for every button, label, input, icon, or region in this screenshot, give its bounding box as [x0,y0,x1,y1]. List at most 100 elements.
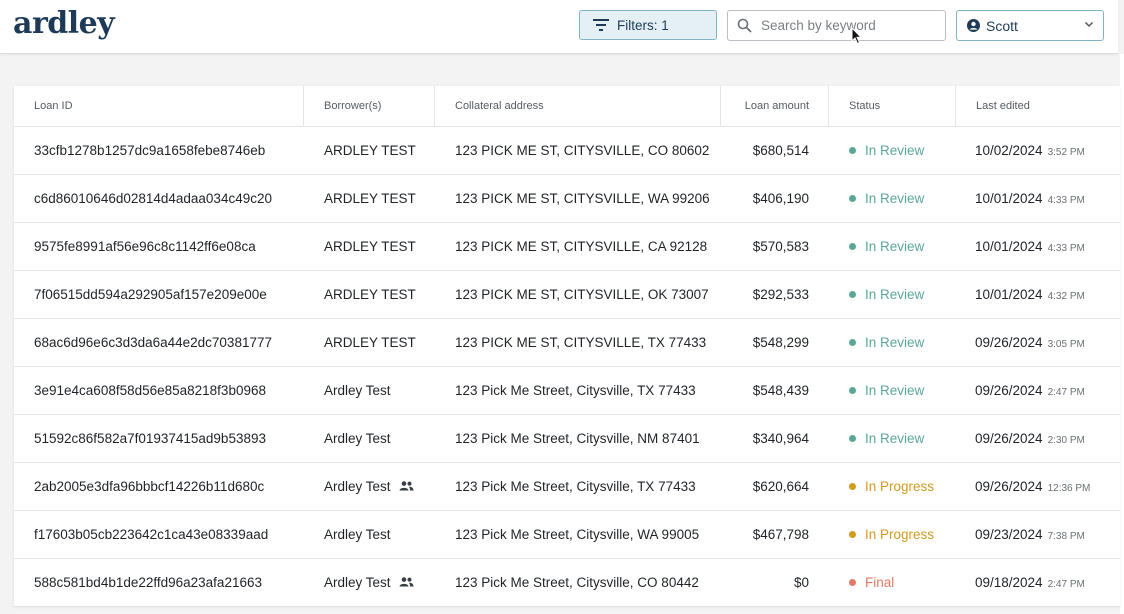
loan-id[interactable]: 33cfb1278b1257dc9a1658febe8746eb [34,127,265,174]
status-badge: In Review [849,175,924,222]
edited-time: 3:05 PM [1047,339,1085,350]
table-row[interactable]: c6d86010646d02814d4adaa034c49c20 ARDLEY T… [14,175,1120,223]
user-icon [967,19,980,32]
borrower-name: ARDLEY TEST [324,239,416,254]
status-text: In Progress [865,479,935,494]
collateral-address: 123 PICK ME ST, CITYSVILLE, CO 80602 [455,143,710,158]
loan-id[interactable]: 68ac6d96e6c3d3da6a44e2dc70381777 [34,319,272,366]
status-dot [849,194,856,202]
table-row[interactable]: 33cfb1278b1257dc9a1658febe8746eb ARDLEY T… [14,127,1120,175]
edited-time: 4:33 PM [1047,195,1085,206]
col-header-last-edited[interactable]: Last edited [955,86,1030,126]
status-badge: In Review [849,223,924,270]
loan-amount: $548,299 [752,335,809,350]
ardley-logo[interactable]: ardley [13,6,115,41]
last-edited: 09/23/2024 7:38 PM [975,511,1085,558]
status-dot [849,434,856,442]
status-text: In Review [865,383,925,398]
filters-label: Filters: 1 [617,17,669,33]
loan-amount: $680,514 [752,143,809,158]
borrower-name: Ardley Test [324,575,391,590]
loan-amount: $620,664 [752,479,809,494]
status-badge: In Review [849,319,924,366]
edited-date: 10/01/2024 [975,239,1043,254]
shared-users-icon [399,577,414,587]
status-badge: In Review [849,127,924,174]
col-header-address[interactable]: Collateral address [434,86,544,126]
col-header-status[interactable]: Status [828,86,880,126]
loan-id[interactable]: f17603b05cb223642c1ca43e08339aad [34,511,268,558]
borrower-cell: ARDLEY TEST [324,271,416,318]
borrower-cell: Ardley Test [324,415,391,462]
status-dot [849,578,856,586]
table-row[interactable]: f17603b05cb223642c1ca43e08339aad Ardley T… [14,511,1120,559]
collateral-address: 123 Pick Me Street, Citysville, CO 80442 [455,575,699,590]
status-badge: In Progress [849,463,934,510]
table-row[interactable]: 68ac6d96e6c3d3da6a44e2dc70381777 ARDLEY T… [14,319,1120,367]
status-dot [849,290,856,298]
table-row[interactable]: 9575fe8991af56e96c8c1142ff6e08ca ARDLEY T… [14,223,1120,271]
search-box[interactable] [727,10,946,41]
mouse-cursor-icon [851,27,863,45]
status-badge: In Review [849,271,924,318]
collateral-address: 123 Pick Me Street, Citysville, NM 87401 [455,431,700,446]
table-row[interactable]: 588c581bd4b1de22ffd96a23afa21663 Ardley T… [14,559,1120,607]
loan-id[interactable]: 9575fe8991af56e96c8c1142ff6e08ca [34,223,256,270]
loan-id[interactable]: 7f06515dd594a292905af157e209e00e [34,271,267,318]
loan-id[interactable]: 3e91e4ca608f58d56e85a8218f3b0968 [34,367,266,414]
loan-id[interactable]: 2ab2005e3dfa96bbbcf14226b11d680c [34,463,264,510]
last-edited: 10/01/2024 4:33 PM [975,223,1085,270]
collateral-address: 123 Pick Me Street, Citysville, TX 77433 [455,479,696,494]
table-row[interactable]: 7f06515dd594a292905af157e209e00e ARDLEY T… [14,271,1120,319]
chevron-down-icon [1084,21,1094,28]
loan-amount: $570,583 [752,239,809,254]
borrower-cell: ARDLEY TEST [324,319,416,366]
user-name: Scott [986,17,1018,34]
last-edited: 10/01/2024 4:33 PM [975,175,1085,222]
last-edited: 09/26/2024 12:36 PM [975,463,1090,510]
edited-date: 09/26/2024 [975,335,1043,350]
edited-date: 09/23/2024 [975,527,1043,542]
last-edited: 09/18/2024 2:47 PM [975,559,1085,606]
table-body: 33cfb1278b1257dc9a1658febe8746eb ARDLEY T… [14,127,1120,607]
loan-id[interactable]: c6d86010646d02814d4adaa034c49c20 [34,175,272,222]
borrower-cell: ARDLEY TEST [324,223,416,270]
edited-time: 2:47 PM [1047,387,1085,398]
edited-time: 3:52 PM [1047,147,1085,158]
status-text: In Review [865,431,925,446]
borrower-cell: Ardley Test [324,559,414,606]
table-header: Loan ID Borrower(s) Collateral address L… [14,86,1120,127]
status-dot [849,146,856,154]
filter-icon [593,19,609,31]
search-input[interactable] [761,15,937,36]
user-menu[interactable]: Scott [956,10,1104,41]
loan-amount: $548,439 [752,383,809,398]
edited-time: 7:38 PM [1047,531,1085,542]
status-badge: In Review [849,415,924,462]
edited-time: 4:33 PM [1047,243,1085,254]
status-badge: In Review [849,367,924,414]
top-header: ardley Filters: 1 Scott [0,0,1118,54]
table-row[interactable]: 3e91e4ca608f58d56e85a8218f3b0968 Ardley T… [14,367,1120,415]
collateral-address: 123 PICK ME ST, CITYSVILLE, CA 92128 [455,239,708,254]
col-header-loan-id[interactable]: Loan ID [34,86,73,126]
edited-time: 12:36 PM [1047,483,1091,494]
table-row[interactable]: 51592c86f582a7f01937415ad9b53893 Ardley T… [14,415,1120,463]
loan-id[interactable]: 51592c86f582a7f01937415ad9b53893 [34,415,266,462]
loan-amount: $467,798 [752,527,809,542]
edited-time: 2:30 PM [1047,435,1085,446]
edited-date: 09/26/2024 [975,431,1043,446]
collateral-address: 123 Pick Me Street, Citysville, TX 77433 [455,383,696,398]
search-icon [737,18,752,33]
loan-amount: $406,190 [752,191,809,206]
scrollbar-track[interactable] [1120,54,1124,614]
col-header-amount[interactable]: Loan amount [720,86,809,126]
loan-id[interactable]: 588c581bd4b1de22ffd96a23afa21663 [34,559,262,606]
table-row[interactable]: 2ab2005e3dfa96bbbcf14226b11d680c Ardley T… [14,463,1120,511]
collateral-address: 123 PICK ME ST, CITYSVILLE, OK 73007 [455,287,709,302]
borrower-cell: Ardley Test [324,511,391,558]
filters-button[interactable]: Filters: 1 [579,10,717,40]
status-text: In Review [865,287,925,302]
col-header-borrowers[interactable]: Borrower(s) [303,86,381,126]
status-badge: Final [849,559,894,606]
